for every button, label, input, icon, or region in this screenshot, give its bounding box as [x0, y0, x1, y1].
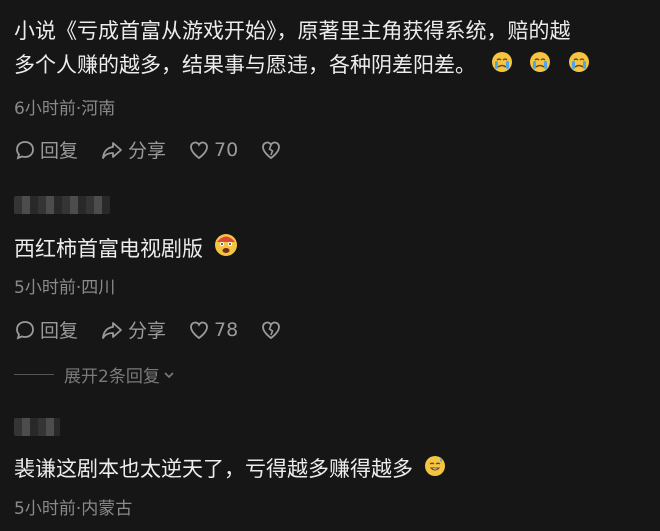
crying-face-icon [568, 49, 590, 83]
dislike-button[interactable] [260, 139, 286, 161]
reply-label: 回复 [40, 320, 79, 342]
comment-2-text-content: 西红柿首富电视剧版 [14, 237, 203, 261]
share-arrow-icon [102, 141, 122, 159]
fearful-face-icon [214, 233, 238, 267]
heart-icon [190, 141, 208, 159]
username-blurred[interactable] [14, 196, 110, 214]
comment-3-meta: 5小时前·内蒙古 [14, 499, 133, 519]
expand-replies-button[interactable]: 展开2条回复 [14, 362, 176, 387]
comment-bubble-icon [16, 140, 34, 159]
comment-3-text: 裴谦这剧本也太逆天了，亏得越多赚得越多 [14, 452, 660, 487]
comment-1-text-line1: 小说《亏成首富从游戏开始》，原著里主角获得系统，赔的越 [14, 19, 571, 43]
expand-divider [14, 374, 54, 375]
share-arrow-icon [102, 321, 122, 339]
like-count: 78 [214, 318, 239, 341]
reply-label: 回复 [40, 140, 79, 162]
comment-2-meta: 5小时前·四川 [14, 278, 116, 298]
broken-heart-icon [262, 141, 281, 159]
share-button[interactable]: 分享 [100, 136, 166, 163]
comment-2-text: 西红柿首富电视剧版 [14, 232, 660, 267]
heart-icon [190, 321, 208, 339]
broken-heart-icon [262, 321, 281, 339]
like-count: 70 [214, 138, 239, 161]
comment-1-meta: 6小时前·河南 [14, 99, 116, 119]
comment-bubble-icon [16, 320, 34, 339]
share-label: 分享 [128, 140, 167, 162]
share-label: 分享 [128, 320, 167, 342]
dislike-button[interactable] [260, 319, 286, 341]
like-button[interactable]: 70 [188, 139, 238, 161]
like-button[interactable]: 78 [188, 319, 238, 341]
chevron-down-icon [164, 371, 174, 378]
comment-3: 裴谦这剧本也太逆天了，亏得越多赚得越多 5小时前·内蒙古 [0, 410, 660, 531]
reply-button[interactable]: 回复 [14, 136, 78, 163]
share-button[interactable]: 分享 [100, 316, 166, 343]
comment-1: 小说《亏成首富从游戏开始》，原著里主角获得系统，赔的越 多个人赚的越多，结果事与… [0, 0, 660, 180]
username-blurred[interactable] [14, 418, 60, 436]
crying-face-icon [529, 49, 551, 83]
comment-2: 西红柿首富电视剧版 5小时前·四川 回复 分享 78 [0, 190, 660, 350]
reply-button[interactable]: 回复 [14, 316, 78, 343]
comment-3-text-content: 裴谦这剧本也太逆天了，亏得越多赚得越多 [14, 457, 413, 481]
crying-face-icon [491, 49, 513, 83]
comment-2-actions: 回复 分享 78 [14, 316, 308, 343]
comment-1-text-line2: 多个人赚的越多，结果事与愿违，各种阴差阳差。 [14, 53, 476, 77]
grinning-sweat-face-icon [424, 453, 446, 487]
expand-replies-label: 展开2条回复 [64, 367, 160, 387]
comment-1-text-2: 多个人赚的越多，结果事与愿违，各种阴差阳差。 [14, 48, 660, 83]
comment-1-text: 小说《亏成首富从游戏开始》，原著里主角获得系统，赔的越 [14, 14, 660, 48]
comment-1-actions: 回复 分享 70 [14, 136, 308, 163]
